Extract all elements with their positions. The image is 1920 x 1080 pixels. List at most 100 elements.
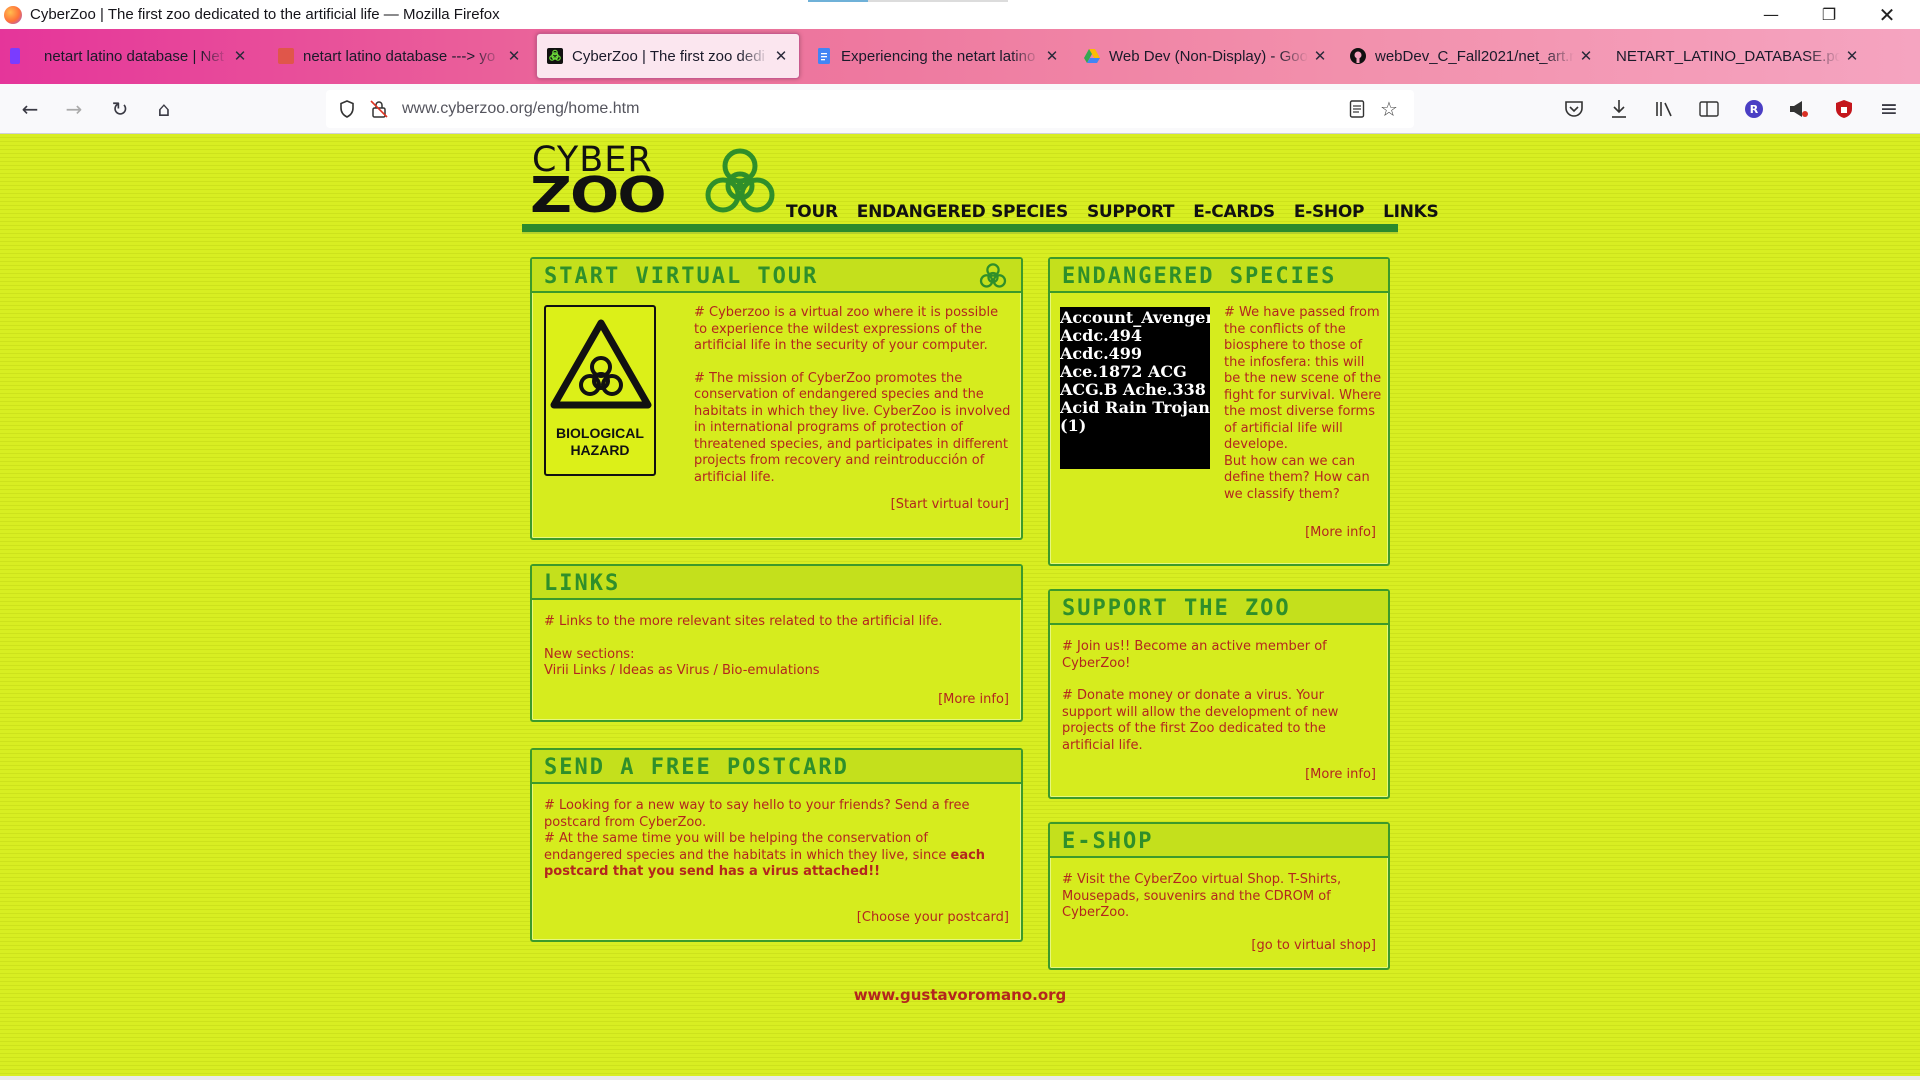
sidebar-icon[interactable]: [1693, 93, 1725, 125]
forward-button[interactable]: →: [58, 93, 90, 125]
tab-web-dev[interactable]: Web Dev (Non-Display) - Goo ✕: [1074, 33, 1338, 79]
tour-panel-header: Start virtual tour: [532, 259, 1021, 293]
shield-icon[interactable]: [336, 98, 358, 120]
tab-netart-db[interactable]: netart latino database | Net A ✕: [0, 33, 258, 79]
postcard-paragraph-2-text: # At the same time you will be helping t…: [544, 831, 947, 863]
links-panel-title: Links: [544, 571, 621, 596]
support-paragraph-1: # Join us!! Become an active member of C…: [1062, 639, 1327, 671]
tab-favicon-icon: [278, 48, 294, 64]
tab-label: webDev_C_Fall2021/net_art.m: [1375, 47, 1574, 65]
new-sections-list[interactable]: Virii Links / Ideas as Virus / Bio-emula…: [544, 663, 820, 680]
tab-netart-db-2[interactable]: netart latino database ---> yo ✕: [268, 33, 532, 79]
postcard-panel-body: # Looking for a new way to say hello to …: [532, 784, 1021, 940]
tab-github[interactable]: webDev_C_Fall2021/net_art.m ✕: [1340, 33, 1604, 79]
back-button[interactable]: ←: [14, 93, 46, 125]
sign-line-1: BIOLOGICAL: [556, 425, 644, 441]
footer-website-link[interactable]: www.gustavoromano.org: [0, 986, 1920, 1004]
species-item: Acdc.499: [1060, 344, 1143, 363]
library-icon[interactable]: [1648, 93, 1680, 125]
tab-cyberzoo[interactable]: CyberZoo | The first zoo dedi ✕: [536, 33, 800, 79]
minimize-button[interactable]: —: [1742, 0, 1800, 29]
restore-button[interactable]: ❐: [1800, 0, 1858, 29]
tour-paragraph-1: # Cyberzoo is a virtual zoo where it is …: [694, 305, 999, 353]
species-panel-header: Endangered species: [1050, 259, 1388, 293]
nav-e-cards[interactable]: E-CARDS: [1193, 202, 1275, 222]
tab-close-icon[interactable]: ✕: [506, 47, 522, 65]
page-content: CYBER ZOO TOUR ENDANGERED SPECIES SUPPOR…: [0, 134, 1920, 1080]
support-panel: Support the zoo # Join us!! Become an ac…: [1048, 589, 1390, 799]
nav-links[interactable]: LINKS: [1383, 202, 1439, 222]
links-more-info-link[interactable]: [More info]: [938, 692, 1009, 709]
nav-endangered-species[interactable]: ENDANGERED SPECIES: [857, 202, 1069, 222]
nav-tour[interactable]: TOUR: [786, 202, 838, 222]
tab-close-icon[interactable]: ✕: [1578, 47, 1594, 65]
links-panel: Links # Links to the more relevant sites…: [530, 564, 1023, 722]
links-panel-body: # Links to the more relevant sites relat…: [532, 600, 1021, 720]
ublock-shield-icon[interactable]: [1828, 93, 1860, 125]
tab-pdf[interactable]: NETART_LATINO_DATABASE.pdf ✕: [1606, 33, 1870, 79]
tab-label: NETART_LATINO_DATABASE.pdf: [1616, 47, 1840, 65]
species-panel: Endangered species Account_Avenger. Acdc…: [1048, 257, 1390, 566]
species-item: Account_Avenger.: [1060, 308, 1210, 327]
tour-panel-body: BIOLOGICAL HAZARD # Cyberzoo is a virtua…: [532, 293, 1021, 538]
navigation-toolbar: ← → ↻ ⌂ www.cyberzoo.org/eng/home.htm ☆ …: [0, 84, 1920, 134]
biohazard-icon: [547, 48, 563, 64]
species-paragraph-2: But how can we can define them? How can …: [1224, 453, 1370, 502]
links-paragraph: # Links to the more relevant sites relat…: [544, 614, 943, 629]
docs-icon: [818, 48, 830, 64]
biohazard-logo-icon: [705, 148, 775, 213]
support-paragraph-2: # Donate money or donate a virus. Your s…: [1062, 688, 1339, 753]
species-item: ACG.B Ache.338: [1060, 380, 1206, 399]
reload-button[interactable]: ↻: [104, 93, 136, 125]
reader-view-icon[interactable]: [1346, 98, 1368, 120]
bookmark-star-icon[interactable]: ☆: [1378, 97, 1400, 121]
choose-postcard-link[interactable]: [Choose your postcard]: [857, 910, 1009, 927]
tab-close-icon[interactable]: ✕: [232, 47, 248, 65]
tab-experiencing-netart[interactable]: Experiencing the netart latino ✕: [806, 33, 1070, 79]
tab-close-icon[interactable]: ✕: [1844, 47, 1860, 65]
tab-close-icon[interactable]: ✕: [1044, 47, 1060, 65]
github-icon: [1350, 48, 1366, 64]
home-button[interactable]: ⌂: [148, 93, 180, 125]
species-more-info-link[interactable]: [More info]: [1305, 525, 1376, 542]
close-window-button[interactable]: ✕: [1858, 0, 1916, 29]
go-to-virtual-shop-link[interactable]: [go to virtual shop]: [1251, 938, 1376, 955]
menu-hamburger-icon[interactable]: ≡: [1873, 93, 1905, 125]
warning-triangle-icon: [550, 319, 652, 409]
species-scroller[interactable]: Account_Avenger. Acdc.494 Acdc.499 Ace.1…: [1060, 307, 1210, 469]
postcard-paragraph-1: # Looking for a new way to say hello to …: [544, 798, 970, 830]
eshop-panel-header: E-shop: [1050, 824, 1388, 858]
tab-label: Web Dev (Non-Display) - Goo: [1109, 47, 1308, 65]
tab-close-icon[interactable]: ✕: [1312, 47, 1328, 65]
pocket-icon[interactable]: [1558, 93, 1590, 125]
eshop-paragraph: # Visit the CyberZoo virtual Shop. T-Shi…: [1062, 872, 1342, 920]
postcard-panel-header: Send a free postcard: [532, 750, 1021, 784]
account-avatar-icon[interactable]: R: [1738, 93, 1770, 125]
tab-favicon-icon: [10, 48, 20, 64]
species-panel-title: Endangered species: [1062, 264, 1337, 289]
tour-panel: Start virtual tour BIOLOGICAL HAZARD # C…: [530, 257, 1023, 540]
megaphone-extension-icon[interactable]: [1783, 93, 1815, 125]
tab-label: CyberZoo | The first zoo dedi: [572, 47, 765, 65]
tab-close-icon[interactable]: ✕: [773, 47, 789, 65]
support-panel-header: Support the zoo: [1050, 591, 1388, 625]
taskbar-edge: [0, 1076, 1920, 1080]
tab-label: Experiencing the netart latino: [841, 47, 1036, 65]
downloads-icon[interactable]: [1603, 93, 1635, 125]
url-text: www.cyberzoo.org/eng/home.htm: [402, 100, 640, 117]
support-panel-title: Support the zoo: [1062, 596, 1291, 621]
eshop-panel-title: E-shop: [1062, 829, 1154, 854]
progress-track: [868, 0, 1008, 2]
biological-hazard-sign[interactable]: BIOLOGICAL HAZARD: [544, 305, 656, 476]
sign-line-2: HAZARD: [570, 442, 630, 458]
nav-e-shop[interactable]: E-SHOP: [1294, 202, 1365, 222]
url-bar[interactable]: www.cyberzoo.org/eng/home.htm ☆: [326, 90, 1414, 128]
insecure-lock-icon[interactable]: [368, 98, 390, 120]
drive-icon: [1084, 49, 1100, 63]
start-virtual-tour-link[interactable]: [Start virtual tour]: [891, 497, 1009, 514]
nav-support[interactable]: SUPPORT: [1087, 202, 1175, 222]
species-panel-body: Account_Avenger. Acdc.494 Acdc.499 Ace.1…: [1050, 293, 1388, 564]
postcard-paragraph-2: # At the same time you will be helping t…: [544, 831, 1006, 881]
new-sections-label: New sections:: [544, 647, 635, 662]
support-more-info-link[interactable]: [More info]: [1305, 767, 1376, 784]
